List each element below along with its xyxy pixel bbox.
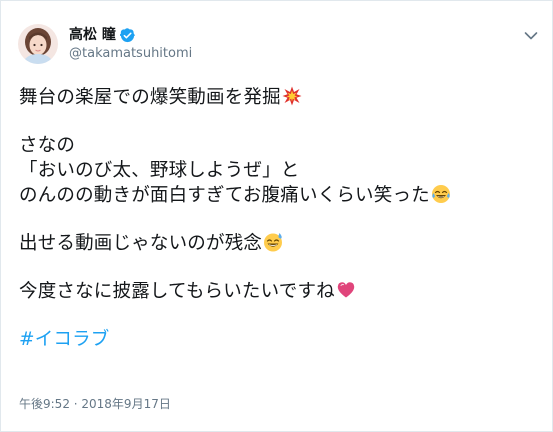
display-name-row: 高松 瞳 [69,26,192,44]
tears-of-joy-emoji [431,185,450,203]
tweet-line-text: 舞台の楽屋での爆笑動画を発掘 [19,87,281,108]
tweet-line: 今度さなに披露してもらいたいですね [19,279,536,304]
chevron-down-icon[interactable] [524,31,538,41]
user-handle[interactable]: @takamatsuhitomi [69,45,192,62]
tweet-line: 出せる動画じゃないのが残念 [19,231,536,256]
verified-badge-icon [119,27,135,42]
tweet-line-text: 出せる動画じゃないのが残念 [19,233,263,254]
avatar-image [18,24,58,64]
tweet-line-text: のんのの動きが面白すぎてお腹痛いくらい笑った [19,185,430,206]
tweet-card: 高松 瞳 @takamatsuhitomi 舞台の楽屋での爆笑動画を発掘 さなの… [0,0,553,432]
display-name[interactable]: 高松 瞳 [69,26,116,44]
tweet-line: #イコラブ [19,327,536,352]
tweet-line: さなの [19,135,76,156]
author-block: 高松 瞳 @takamatsuhitomi [69,26,192,62]
tweet-line: 舞台の楽屋での爆笑動画を発掘 [19,85,536,110]
avatar[interactable] [18,24,58,64]
hashtag-link[interactable]: #イコラブ [19,329,110,350]
tweet-line: 「おいのび太、野球しようぜ」と [19,160,300,181]
tweet-text: 舞台の楽屋での爆笑動画を発掘 さなの 「おいのび太、野球しようぜ」と のんのの動… [19,85,536,352]
tweet-line-text: 今度さなに披露してもらいたいですね [19,281,335,302]
collision-emoji [282,86,302,106]
sparkling-heart-emoji [337,282,355,298]
tweet-timestamp[interactable]: 午後9:52 · 2018年9月17日 [19,396,171,412]
grinning-sweat-emoji [264,233,283,252]
tweet-line: のんのの動きが面白すぎてお腹痛いくらい笑った [19,183,536,208]
